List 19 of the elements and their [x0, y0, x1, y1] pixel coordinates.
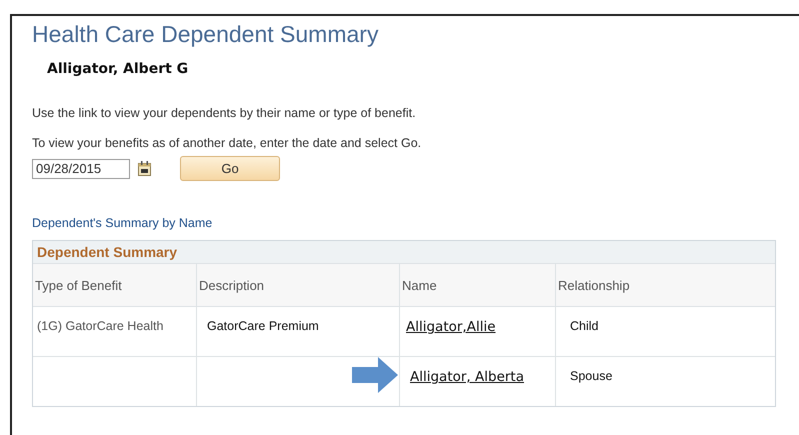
instruction-text: Use the link to view your dependents by their name or type of benefit. [32, 106, 417, 120]
table-cell: (1G) GatorCare Health [37, 319, 164, 333]
column-header: Name [402, 278, 437, 293]
table-cell-text: Spouse [569, 369, 612, 383]
column-header: Type of Benefit [35, 278, 122, 293]
instruction-text: To view your benefits as of another date, enter the date and select Go. [32, 136, 422, 150]
employee-name: Alligator, Albert G [47, 61, 190, 77]
grid-title: Dependent Summary [33, 241, 775, 264]
summary-by-name-link[interactable]: Dependent's Summary by Name [32, 216, 212, 230]
column-header: Description [199, 278, 264, 293]
go-button[interactable]: Go [180, 156, 280, 181]
table-cell-text: GatorCare Premium [206, 319, 319, 333]
dependent-name-link[interactable]: Alligator, Alberta [410, 369, 524, 385]
date-field[interactable]: 09/28/2015 [32, 158, 130, 178]
table-cell-text: Child [569, 319, 598, 333]
dependent-name-link[interactable]: Alligator,Allie [406, 319, 496, 335]
calendar-icon[interactable] [138, 161, 151, 176]
page-title: Health Care Dependent Summary [32, 20, 380, 48]
column-header: Relationship [558, 278, 630, 293]
